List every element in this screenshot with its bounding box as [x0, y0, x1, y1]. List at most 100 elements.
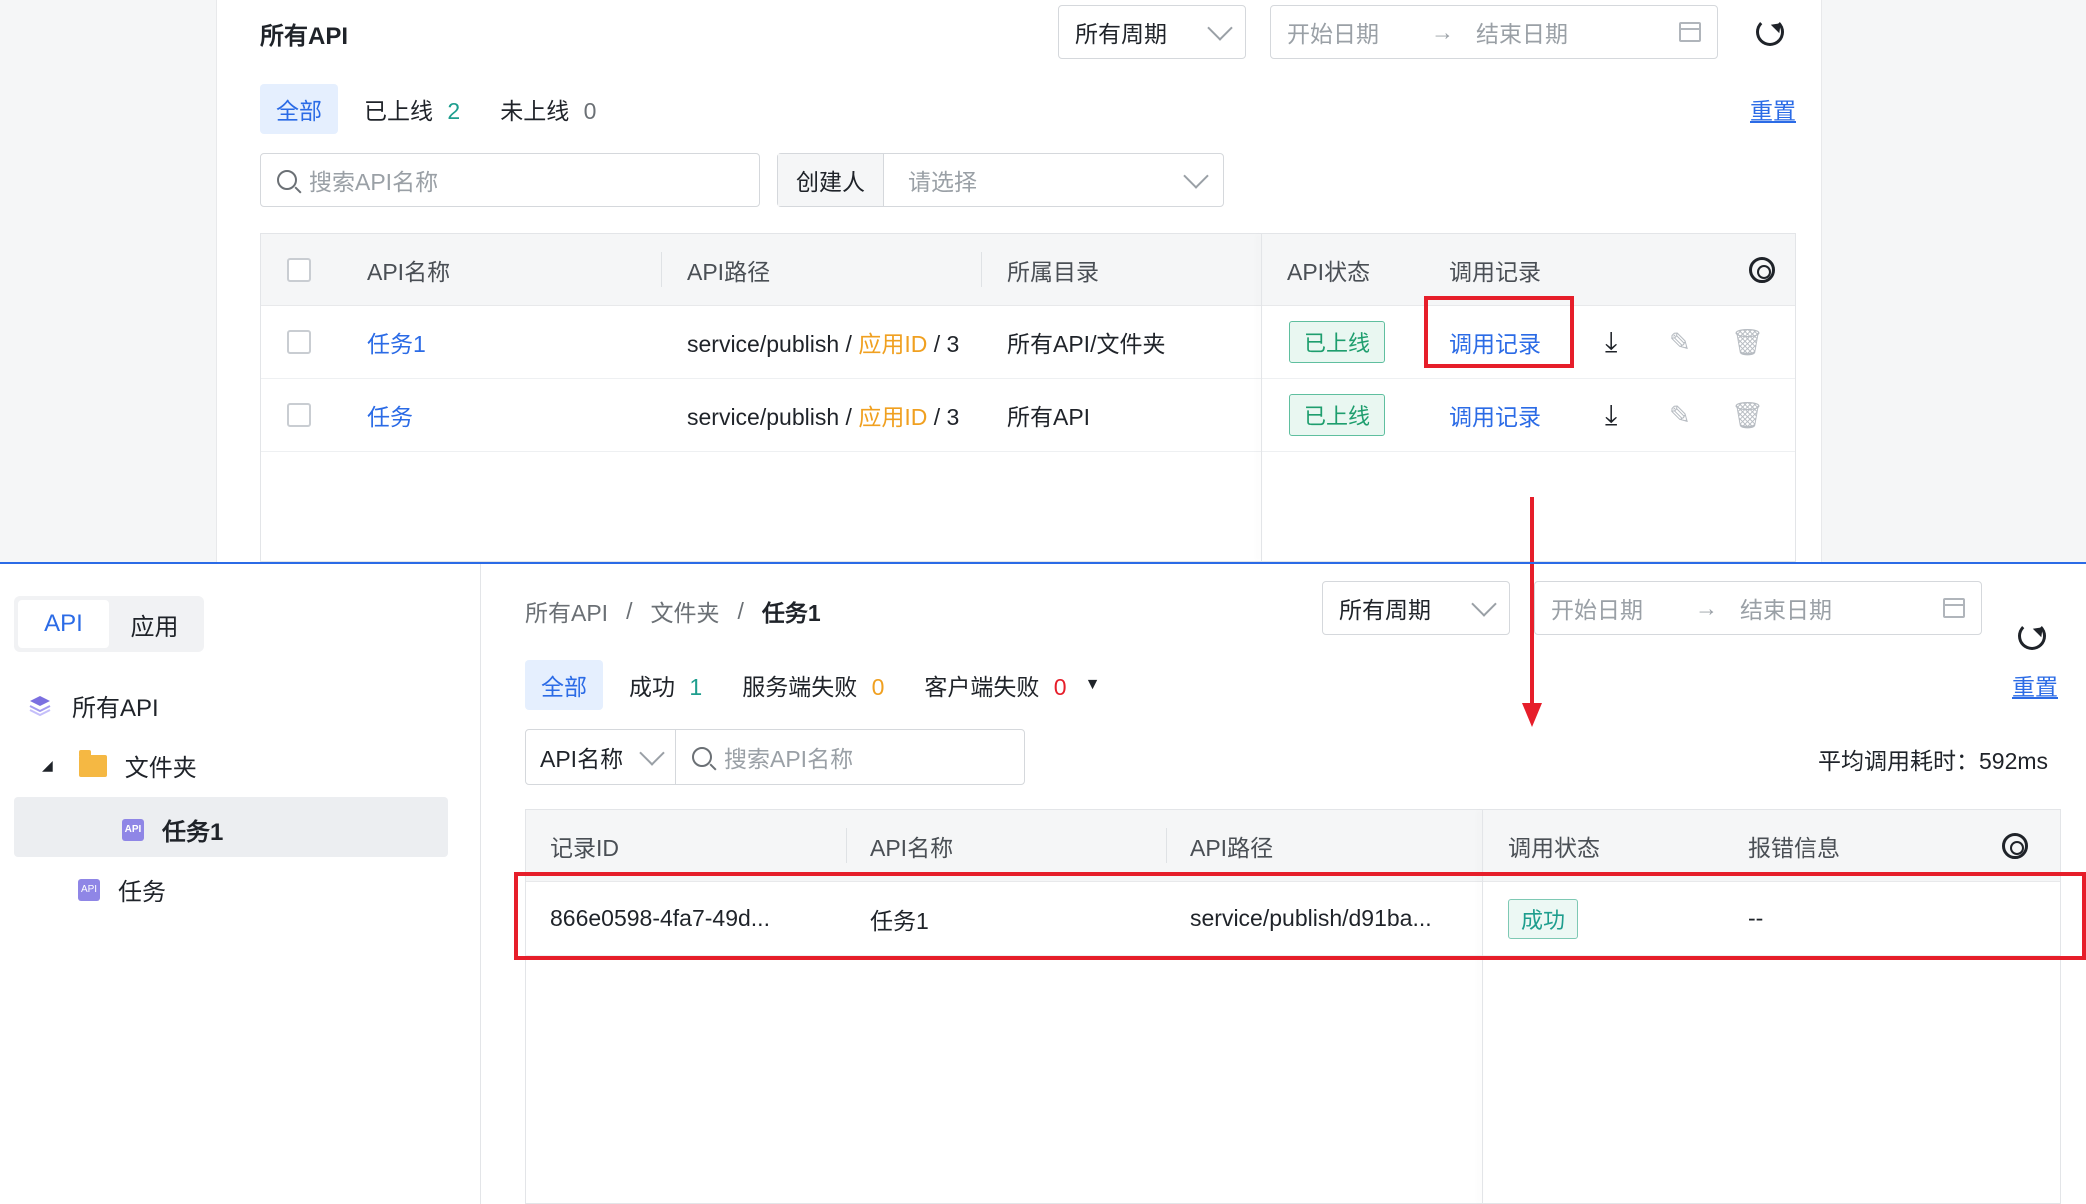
search-field-value: API名称	[540, 746, 624, 772]
tree-label: 所有API	[72, 695, 159, 722]
date-range-picker[interactable]: 开始日期 → 结束日期	[1534, 581, 1982, 635]
date-range-picker[interactable]: 开始日期 → 结束日期	[1270, 5, 1718, 59]
period-value: 所有周期	[1339, 597, 1431, 623]
chevron-down-icon	[1183, 163, 1209, 189]
record-search-input[interactable]: 搜索API名称	[676, 730, 1024, 784]
api-path-prefix: service/publish /	[687, 404, 852, 430]
tree-item-folder[interactable]: ◢ 文件夹	[42, 748, 197, 783]
download-icon[interactable]: ⤓	[1605, 326, 1617, 359]
api-search-input[interactable]: 搜索API名称	[260, 153, 760, 207]
tab-server-fail[interactable]: 服务端失败 0	[742, 668, 884, 702]
status-badge: 已上线	[1289, 394, 1386, 436]
col-api-path: API路径	[1190, 834, 1274, 861]
tab-success[interactable]: 成功 1	[629, 668, 702, 702]
col-divider	[661, 252, 662, 287]
seg-api[interactable]: API	[18, 600, 109, 648]
search-icon	[277, 170, 297, 190]
tree-item-selected-bg	[14, 797, 448, 857]
arrow-right-icon: →	[1695, 594, 1718, 621]
period-select[interactable]: 所有周期	[1322, 581, 1510, 635]
tab-client-fail-count: 0	[1053, 674, 1067, 700]
refresh-icon[interactable]	[1756, 18, 1784, 46]
column-settings-icon[interactable]	[1749, 256, 1775, 283]
tab-all[interactable]: 全部	[260, 84, 338, 134]
col-api-path: API路径	[687, 258, 771, 285]
status-badge: 已上线	[1289, 321, 1386, 363]
status-tabs: 全部 已上线 2 未上线 0	[260, 84, 596, 134]
col-divider	[846, 828, 847, 863]
delete-icon[interactable]: 🗑	[1731, 327, 1764, 358]
record-table: 记录ID API名称 API路径 调用状态 报错信息 866e0598-4fa7…	[525, 809, 2061, 1204]
search-icon	[692, 747, 712, 767]
col-divider	[981, 252, 982, 287]
call-record-link[interactable]: 调用记录	[1449, 398, 1541, 432]
delete-icon[interactable]: 🗑	[1731, 400, 1764, 431]
calendar-icon	[1679, 22, 1701, 42]
tree-item-task[interactable]: API 任务	[78, 872, 166, 907]
breadcrumb-current: 任务1	[761, 600, 821, 626]
api-path-suffix: / 3	[933, 331, 960, 357]
tab-all[interactable]: 全部	[525, 660, 603, 710]
column-settings-icon[interactable]	[2002, 832, 2028, 859]
col-error-info: 报错信息	[1748, 834, 1840, 861]
end-date-input[interactable]: 结束日期	[1476, 15, 1568, 49]
tree-item-task1[interactable]: API 任务1	[122, 812, 223, 847]
tree-label: 任务1	[162, 819, 224, 846]
col-call-record: 调用记录	[1449, 258, 1541, 285]
breadcrumb: 所有API / 文件夹 / 任务1	[525, 594, 821, 628]
reset-link[interactable]: 重置	[2012, 668, 2058, 702]
tab-offline[interactable]: 未上线 0	[500, 92, 596, 126]
api-path-app-id: 应用ID	[858, 404, 928, 430]
start-date-input[interactable]: 开始日期	[1551, 591, 1643, 625]
sidebar: API 应用 所有API ◢ 文件夹 API 任务1 API 任务	[0, 564, 481, 1204]
period-value: 所有周期	[1075, 21, 1167, 47]
download-icon[interactable]: ⤓	[1605, 399, 1617, 432]
select-all-checkbox[interactable]	[287, 257, 311, 282]
search-field-select[interactable]: API名称	[526, 730, 676, 784]
api-directory: 所有API	[1007, 404, 1091, 430]
col-api-name: API名称	[367, 258, 451, 285]
calendar-icon	[1943, 598, 1965, 618]
tab-server-fail-label: 服务端失败	[742, 674, 858, 700]
edit-icon[interactable]: ✎	[1669, 327, 1691, 358]
row-checkbox[interactable]	[287, 330, 311, 354]
fixed-column-shadow	[1482, 810, 1483, 1203]
api-path-suffix: / 3	[933, 404, 960, 430]
end-date-input[interactable]: 结束日期	[1740, 591, 1832, 625]
breadcrumb-separator: /	[626, 597, 633, 624]
refresh-icon[interactable]	[2018, 622, 2046, 650]
seg-app[interactable]: 应用	[109, 600, 200, 648]
start-date-input[interactable]: 开始日期	[1287, 15, 1379, 49]
api-name-link[interactable]: 任务1	[367, 325, 426, 359]
tab-server-fail-count: 0	[871, 674, 885, 700]
api-directory: 所有API/文件夹	[1007, 331, 1166, 357]
api-path-app-id: 应用ID	[858, 331, 928, 357]
row-checkbox[interactable]	[287, 403, 311, 427]
tab-success-count: 1	[689, 674, 703, 700]
api-path: service/publish / 应用ID / 3	[687, 325, 989, 359]
highlight-box-record-row	[514, 872, 2086, 960]
col-record-id: 记录ID	[550, 834, 619, 861]
tree-item-all-api[interactable]: 所有API	[28, 688, 159, 723]
api-icon: API	[122, 818, 144, 841]
breadcrumb-item[interactable]: 文件夹	[650, 594, 719, 628]
col-directory: 所属目录	[1007, 258, 1099, 285]
chevron-down-icon	[1207, 15, 1233, 41]
record-search[interactable]: API名称 搜索API名称	[525, 729, 1025, 785]
period-select[interactable]: 所有周期	[1058, 5, 1246, 59]
caret-down-icon[interactable]: ▼	[1085, 676, 1101, 694]
tab-client-fail[interactable]: 客户端失败 0	[924, 668, 1066, 702]
api-table: API名称 API路径 所属目录 API状态 调用记录 任务1 service/…	[260, 233, 1796, 562]
breadcrumb-item[interactable]: 所有API	[525, 594, 608, 628]
breadcrumb-separator: /	[737, 597, 744, 624]
caret-down-icon[interactable]: ◢	[42, 757, 53, 774]
tab-online[interactable]: 已上线 2	[364, 92, 460, 126]
col-divider	[1166, 828, 1167, 863]
creator-filter[interactable]: 创建人 请选择	[777, 153, 1224, 207]
api-name-link[interactable]: 任务	[367, 398, 413, 432]
highlight-box-call-record	[1424, 296, 1574, 368]
creator-placeholder: 请选择	[908, 169, 977, 195]
edit-icon[interactable]: ✎	[1669, 400, 1691, 431]
creator-label: 创建人	[778, 154, 884, 206]
reset-link[interactable]: 重置	[1750, 92, 1796, 126]
